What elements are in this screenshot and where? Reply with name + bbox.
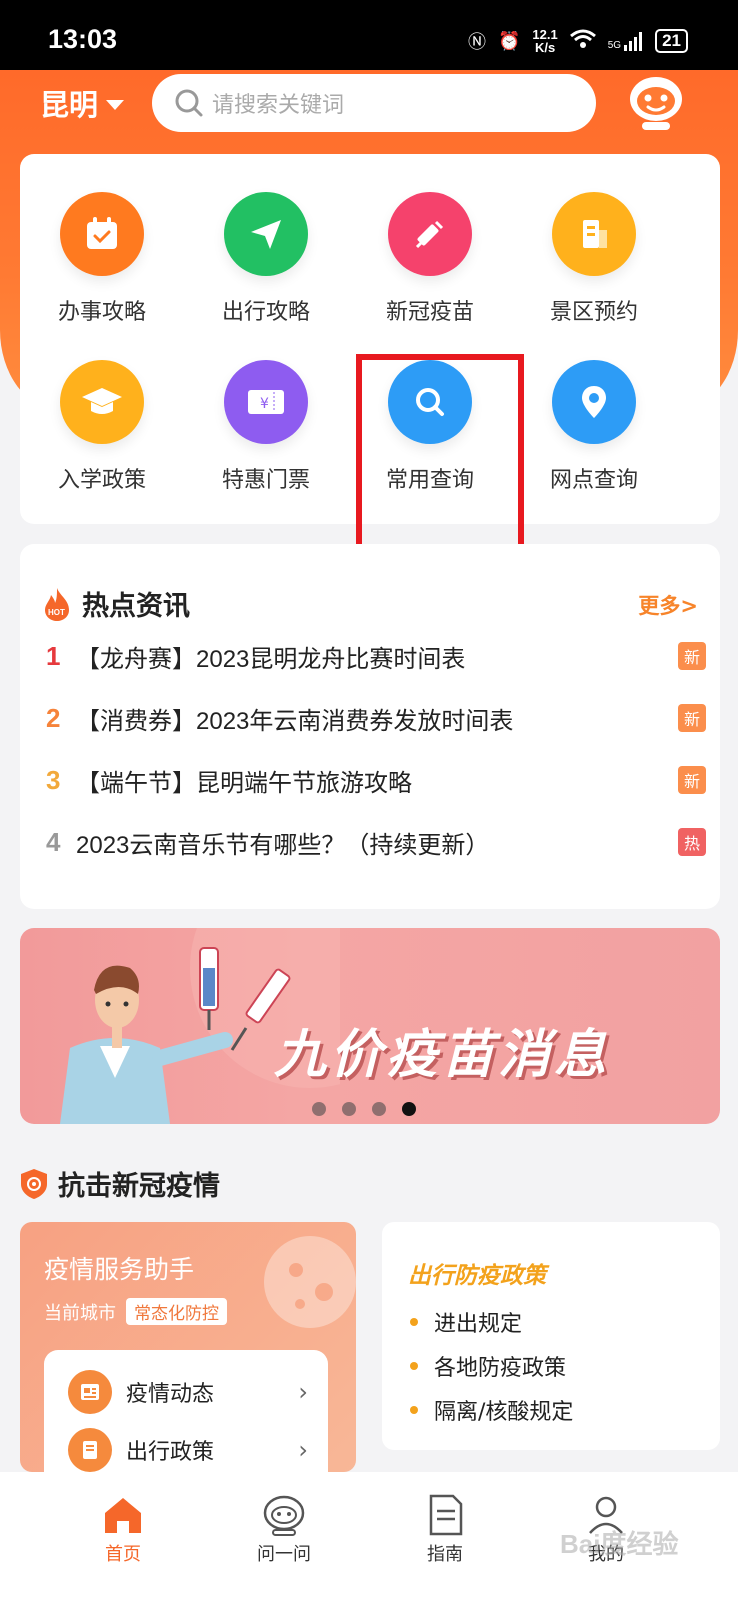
battery-icon: 21: [655, 29, 688, 53]
document-icon: [385, 1490, 505, 1540]
grid-label: 办事攻略: [57, 300, 146, 325]
search-icon: [175, 89, 203, 117]
robot-assistant-icon[interactable]: [624, 72, 688, 134]
news-title: 热点资讯: [82, 591, 190, 622]
svg-text:HOT: HOT: [48, 608, 65, 617]
paper-plane-icon: [224, 192, 308, 276]
status-icons: Ⓝ ⏰ 12.1 K/s 5G 21: [468, 28, 688, 54]
building-icon: [552, 192, 636, 276]
vaccine-banner[interactable]: 九价疫苗消息: [20, 928, 720, 1124]
alarm-icon: ⏰: [498, 30, 521, 51]
watermark: Bai度经验: [560, 1529, 679, 1559]
news-item[interactable]: 3 【端午节】昆明端午节旅游攻略 新: [46, 760, 706, 800]
carousel-dot[interactable]: [342, 1102, 356, 1116]
carousel-dots[interactable]: [312, 1102, 416, 1116]
assistant-title: 疫情服务助手: [44, 1255, 195, 1284]
nfc-icon: Ⓝ: [468, 32, 486, 52]
news-item[interactable]: 4 2023云南音乐节有哪些？（持续更新） 热: [46, 822, 706, 862]
grid-item-tickets[interactable]: ¥ 特惠门票: [184, 360, 348, 494]
ticket-icon: ¥: [224, 360, 308, 444]
new-badge: 新: [678, 704, 706, 732]
grid-label: 出行攻略: [221, 300, 310, 325]
grid-item-scenic[interactable]: 景区预约: [512, 192, 676, 326]
graduation-cap-icon: [60, 360, 144, 444]
chevron-right-icon: ›: [298, 1436, 308, 1464]
carousel-dot[interactable]: [372, 1102, 386, 1116]
home-icon: [63, 1490, 183, 1540]
virus-illustration: [264, 1236, 356, 1328]
robot-icon: [224, 1490, 344, 1540]
policy-item[interactable]: 进出规定: [410, 1306, 522, 1338]
notebook-icon: [68, 1428, 112, 1472]
current-city-row: 当前城市 常态化防控: [44, 1298, 227, 1325]
wifi-icon: [569, 29, 596, 54]
grid-label: 景区预约: [549, 300, 638, 325]
policy-title: 出行防疫政策: [408, 1263, 546, 1289]
covid-section-header: 抗击新冠疫情: [20, 1164, 220, 1203]
status-badge: 常态化防控: [126, 1298, 227, 1325]
grid-item-location-query[interactable]: 网点查询: [512, 360, 676, 494]
status-time: 13:03: [48, 24, 118, 54]
net-speed: 12.1 K/s: [532, 27, 558, 55]
fire-icon: HOT: [45, 587, 69, 621]
news-item[interactable]: 2 【消费券】2023年云南消费券发放时间表 新: [46, 698, 706, 738]
banner-title: 九价疫苗消息: [274, 1025, 611, 1085]
policy-item[interactable]: 各地防疫政策: [410, 1350, 566, 1382]
covid-assistant-card: 疫情服务助手 当前城市 常态化防控 疫情动态 › 出行政策 ›: [20, 1222, 356, 1472]
menu-item-epidemic-news[interactable]: 疫情动态 ›: [68, 1370, 308, 1414]
grid-label: 特惠门票: [221, 468, 310, 493]
news-header: HOT 热点资讯: [42, 584, 190, 623]
shield-icon: [21, 1168, 47, 1199]
more-link[interactable]: 更多>: [638, 590, 698, 620]
syringe-icon: [388, 192, 472, 276]
location-pin-icon: [552, 360, 636, 444]
covid-section-title: 抗击新冠疫情: [58, 1171, 220, 1202]
city-selector[interactable]: 昆明: [40, 82, 125, 124]
carousel-dot-active[interactable]: [402, 1102, 416, 1116]
search-placeholder: 请搜索关键词: [212, 93, 345, 118]
search-input[interactable]: 请搜索关键词: [152, 74, 596, 132]
hot-badge: 热: [678, 828, 706, 856]
news-item[interactable]: 1 【龙舟赛】2023昆明龙舟比赛时间表 新: [46, 636, 706, 676]
city-label: 昆明: [40, 88, 99, 122]
svg-text:¥: ¥: [260, 396, 269, 412]
caret-down-icon: [106, 100, 125, 110]
news-icon: [68, 1370, 112, 1414]
tab-guide[interactable]: 指南: [385, 1490, 505, 1566]
chevron-right-icon: ›: [298, 1378, 308, 1406]
menu-item-travel-policy[interactable]: 出行政策 ›: [68, 1428, 308, 1472]
grid-item-travel[interactable]: 出行攻略: [184, 192, 348, 326]
grid-label: 新冠疫苗: [385, 300, 474, 325]
grid-item-guide[interactable]: 办事攻略: [20, 192, 184, 326]
signal-icon: 5G: [608, 31, 643, 51]
travel-policy-card[interactable]: 出行防疫政策 进出规定 各地防疫政策 隔离/核酸规定: [382, 1222, 720, 1450]
policy-item[interactable]: 隔离/核酸规定: [410, 1394, 573, 1426]
status-bar: 13:03 Ⓝ ⏰ 12.1 K/s 5G 21: [0, 0, 738, 70]
tab-ask[interactable]: 问一问: [224, 1490, 344, 1566]
new-badge: 新: [678, 642, 706, 670]
grid-label: 网点查询: [549, 468, 638, 493]
grid-label: 入学政策: [57, 468, 146, 493]
grid-item-vaccine[interactable]: 新冠疫苗: [348, 192, 512, 326]
carousel-dot[interactable]: [312, 1102, 326, 1116]
assistant-menu: 疫情动态 › 出行政策 ›: [44, 1350, 328, 1472]
tab-home[interactable]: 首页: [63, 1490, 183, 1566]
hot-news-card: HOT 热点资讯 更多> 1 【龙舟赛】2023昆明龙舟比赛时间表 新 2 【消…: [20, 544, 720, 909]
calendar-check-icon: [60, 192, 144, 276]
new-badge: 新: [678, 766, 706, 794]
current-city-label: 当前城市: [44, 1302, 116, 1324]
highlight-box: [356, 354, 524, 564]
grid-item-enrollment[interactable]: 入学政策: [20, 360, 184, 494]
